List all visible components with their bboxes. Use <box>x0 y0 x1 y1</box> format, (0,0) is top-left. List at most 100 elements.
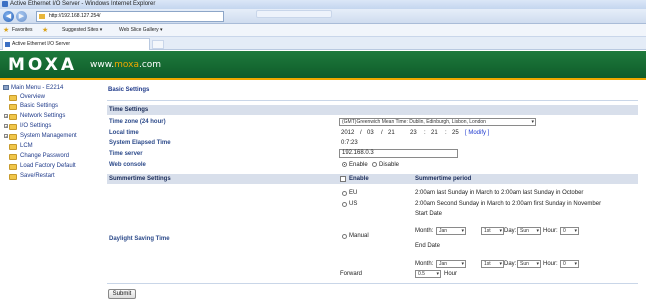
tab-page-icon <box>5 42 10 47</box>
end-month-value: Jan <box>439 261 448 267</box>
end-hour-select[interactable]: 0 ▾ <box>560 260 579 268</box>
moxa-logo: MOXA <box>8 55 78 75</box>
end-day-label: Day: <box>504 261 517 267</box>
suggested-sites-link[interactable]: Suggested Sites ▾ <box>62 24 102 37</box>
folder-icon <box>9 104 17 110</box>
chevron-down-icon: ▾ <box>461 228 464 234</box>
sidebar-item-io-settings[interactable]: + I/O Settings <box>4 122 51 131</box>
summertime-enable-label: Enable <box>349 176 369 182</box>
sidebar-item-label: Basic Settings <box>20 103 59 109</box>
expand-icon[interactable]: + <box>4 114 8 119</box>
sidebar-item-network-settings[interactable]: + Network Settings <box>4 112 65 121</box>
date-separator: / <box>360 130 362 136</box>
moxa-banner: MOXA www.moxa.com <box>0 51 646 78</box>
submit-button[interactable]: Submit <box>108 289 136 299</box>
disable-label: Disable <box>379 162 400 168</box>
sidebar-item-label: Load Factory Default <box>20 163 76 169</box>
folder-icon <box>9 164 17 170</box>
computer-icon <box>3 84 9 90</box>
start-date-label: Start Date <box>415 211 443 217</box>
sidebar-item-label: Change Password <box>20 153 70 159</box>
summertime-settings-title: Summertime Settings <box>109 176 171 182</box>
sidebar-item-save-restart[interactable]: Save/Restart <box>4 172 55 181</box>
main-content: Basic Settings Time Settings Time zone (… <box>103 80 646 303</box>
add-favorite-icon[interactable]: ★ <box>42 24 48 37</box>
web-slice-gallery-link[interactable]: Web Slice Gallery ▾ <box>119 24 163 37</box>
sidebar-item-label: Network Settings <box>20 113 66 119</box>
page-title: Basic Settings <box>108 87 150 93</box>
forward-label: Forward <box>340 271 363 277</box>
favorites-star-icon[interactable]: ★ <box>3 24 9 37</box>
eu-radio[interactable] <box>342 191 347 196</box>
start-hour-label: Hour: <box>543 228 558 234</box>
sidebar: Main Menu - E2214 Overview Basic Setting… <box>0 80 103 303</box>
tab-row: Active Ethernet I/O Server <box>0 37 646 50</box>
timezone-value: (GMT)Greenwich Mean Time: Dublin, Edinbu… <box>342 119 486 125</box>
sidebar-item-load-factory-default[interactable]: Load Factory Default <box>4 162 76 171</box>
us-period-text: 2:00am Second Sunday in March to 2:00am … <box>415 201 602 207</box>
local-time-label: Local time <box>109 130 139 136</box>
folder-icon <box>9 174 17 180</box>
site-suffix: .com <box>138 60 162 70</box>
daylight-saving-time-label: Daylight Saving Time <box>109 236 170 242</box>
start-week-select[interactable]: 1st ▾ <box>481 227 504 235</box>
sidebar-item-overview[interactable]: Overview <box>4 93 45 102</box>
window-title: Active Ethernet I/O Server - Windows Int… <box>10 1 156 7</box>
favorites-bar: ★ Favorites ★ Suggested Sites ▾ Web Slic… <box>0 24 646 37</box>
start-hour-select[interactable]: 0 ▾ <box>560 227 579 235</box>
us-label: US <box>349 201 358 207</box>
browser-tab[interactable]: Active Ethernet I/O Server <box>2 38 150 50</box>
web-console-enable-radio[interactable] <box>342 162 347 167</box>
summertime-enable-checkbox[interactable] <box>340 176 346 182</box>
new-tab-button[interactable] <box>152 40 164 49</box>
chevron-down-icon: ▾ <box>436 271 439 277</box>
start-day-select[interactable]: Sun ▾ <box>517 227 541 235</box>
site-prefix: www. <box>90 60 115 70</box>
sidebar-item-label: Save/Restart <box>20 173 55 179</box>
modify-link[interactable]: [ Modify ] <box>465 130 489 136</box>
folder-icon <box>9 124 17 130</box>
time-server-input[interactable]: 192.168.0.3 <box>339 149 458 158</box>
chevron-down-icon: ▾ <box>531 119 534 125</box>
folder-icon <box>9 114 17 120</box>
manual-label: Manual <box>349 233 369 239</box>
address-bar[interactable]: http://192.168.127.254/ <box>36 11 224 22</box>
timezone-select[interactable]: (GMT)Greenwich Mean Time: Dublin, Edinbu… <box>339 118 536 126</box>
end-month-label: Month: <box>415 261 434 267</box>
sidebar-item-lcm[interactable]: LCM <box>4 142 33 151</box>
start-month-select[interactable]: Jan ▾ <box>436 227 466 235</box>
ie-icon <box>2 1 8 7</box>
end-week-select[interactable]: 1st ▾ <box>481 260 504 268</box>
local-year: 2012 <box>341 130 355 136</box>
end-date-label: End Date <box>415 243 441 249</box>
end-day-select[interactable]: Sun ▾ <box>517 260 541 268</box>
web-console-disable-radio[interactable] <box>372 162 377 167</box>
form-bottom-divider <box>107 283 638 284</box>
forward-button[interactable]: ▶ <box>16 11 27 22</box>
menu-title-label: Main Menu - E2214 <box>11 85 64 91</box>
manual-radio[interactable] <box>342 234 347 239</box>
sidebar-item-change-password[interactable]: Change Password <box>4 152 69 161</box>
web-console-label: Web console <box>109 162 146 168</box>
expand-icon[interactable]: + <box>4 124 8 129</box>
chevron-down-icon: ▾ <box>499 261 502 267</box>
sidebar-item-basic-settings[interactable]: Basic Settings <box>4 102 58 111</box>
end-day-value: Sun <box>520 261 529 267</box>
end-month-select[interactable]: Jan ▾ <box>436 260 466 268</box>
sidebar-item-system-management[interactable]: + System Management <box>4 132 77 141</box>
date-separator: / <box>381 130 383 136</box>
folder-icon <box>9 134 17 140</box>
end-hour-value: 0 <box>563 261 566 267</box>
us-radio[interactable] <box>342 202 347 207</box>
chevron-down-icon: ▾ <box>461 261 464 267</box>
chevron-down-icon: ▾ <box>574 228 577 234</box>
chevron-down-icon: ▾ <box>536 261 539 267</box>
window-title-bar: Active Ethernet I/O Server - Windows Int… <box>0 0 646 9</box>
time-separator: : <box>424 130 426 136</box>
start-day-label: Day: <box>504 228 517 234</box>
website-link[interactable]: www.moxa.com <box>90 60 161 70</box>
favorites-button[interactable]: Favorites <box>12 24 33 37</box>
forward-select[interactable]: 0.5 ▾ <box>415 270 441 278</box>
back-button[interactable]: ◀ <box>3 11 14 22</box>
expand-icon[interactable]: + <box>4 134 8 139</box>
